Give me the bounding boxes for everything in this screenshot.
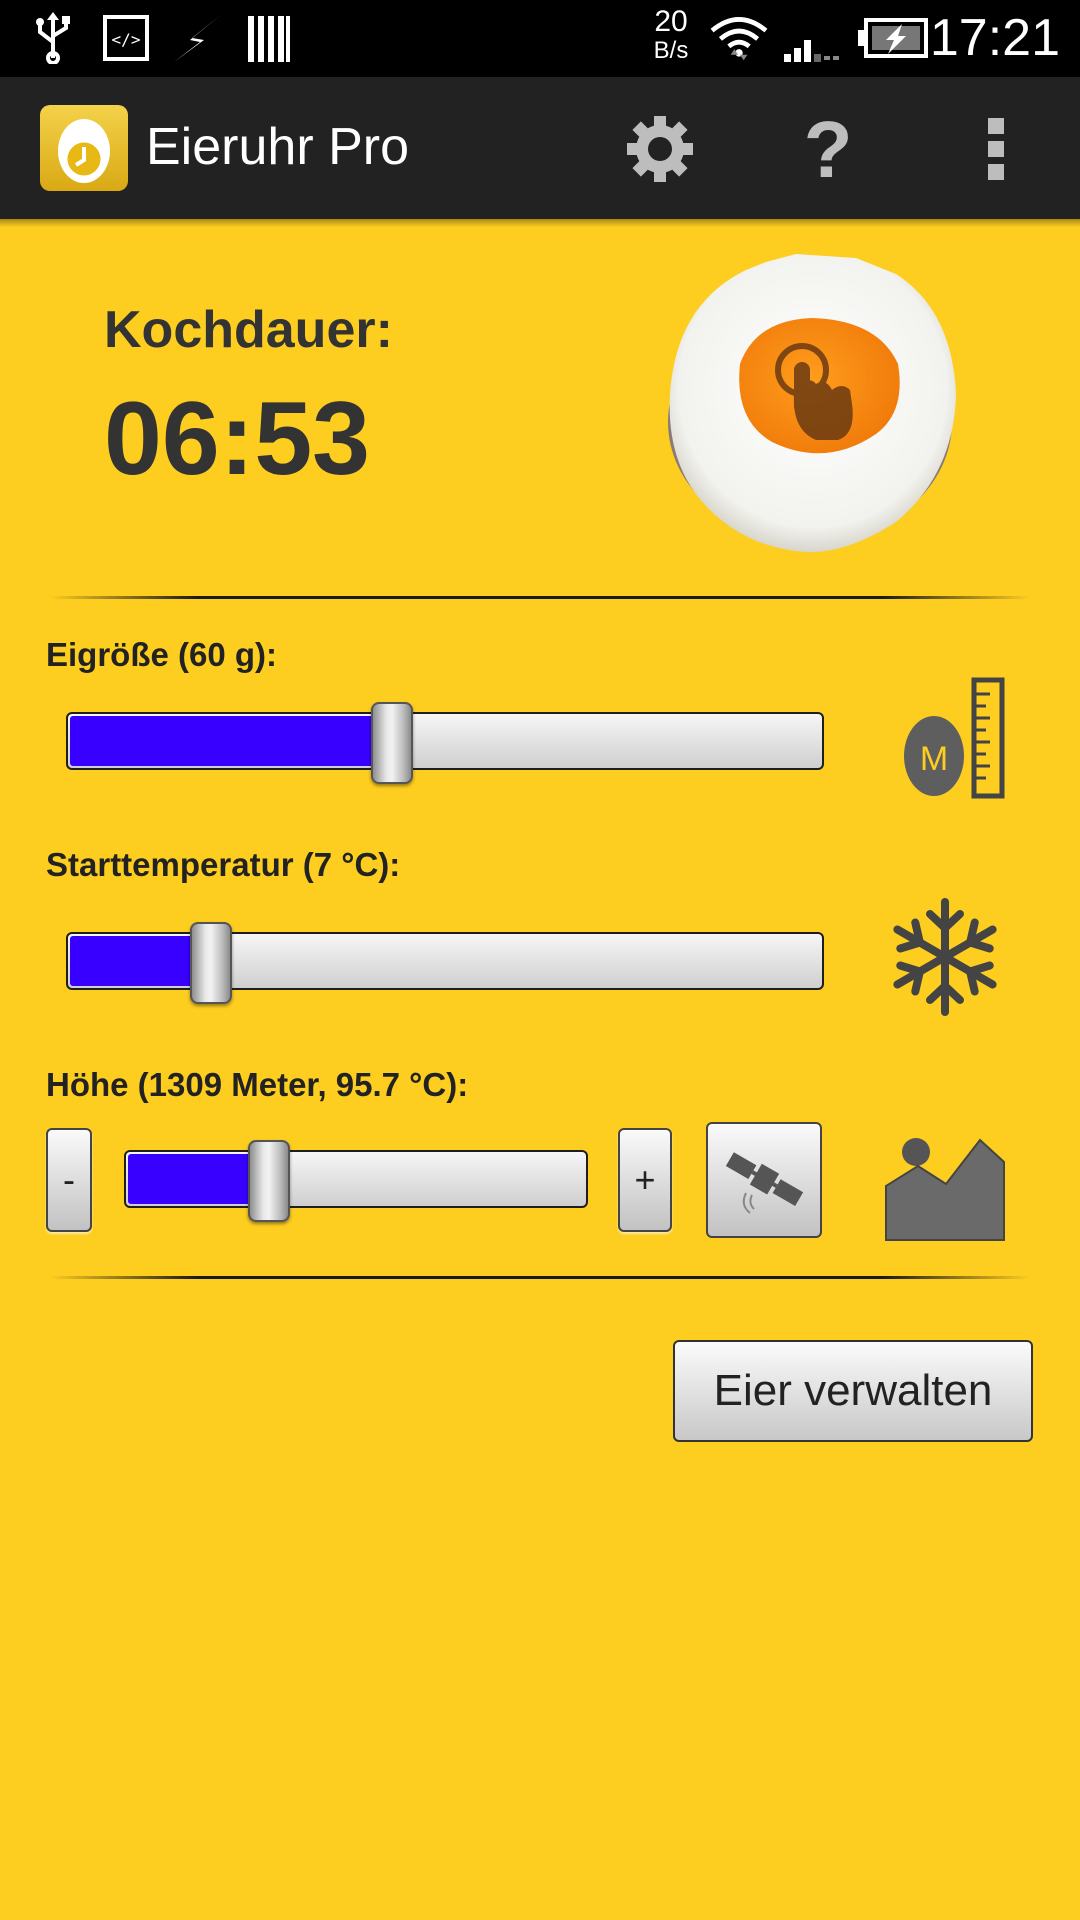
data-rate: 20 B/s [653,5,689,64]
cooking-time-value: 06:53 [104,381,370,497]
section-divider [50,1276,1030,1279]
app-icon[interactable] [40,105,128,191]
overflow-menu-button[interactable] [954,107,1038,191]
usb-icon [36,12,70,64]
egg-size-slider[interactable] [66,702,824,784]
settings-gear-icon [627,116,693,182]
altitude-slider-thumb[interactable] [248,1140,290,1222]
signal-icon [784,40,839,62]
egg-size-slider-thumb[interactable] [371,702,413,784]
settings-button[interactable] [618,107,702,191]
action-bar: Eieruhr Pro ? [0,77,1080,227]
help-icon: ? [804,113,853,185]
altitude-plus-button[interactable]: + [618,1128,672,1232]
altitude-minus-button[interactable]: - [46,1128,92,1232]
start-temperature-slider-thumb[interactable] [190,922,232,1004]
clock-time: 17:21 [929,9,1060,67]
code-icon: </> [103,15,149,61]
egg-start-button[interactable] [656,244,968,560]
snowflake-icon [893,898,997,1016]
battery-icon [858,18,928,58]
manage-eggs-button[interactable]: Eier verwalten [673,1340,1033,1442]
egg-timer-app-icon [58,119,110,183]
help-button[interactable]: ? [786,107,870,191]
wifi-icon [710,17,768,61]
altitude-label: Höhe (1309 Meter, 95.7 °C): [46,1066,469,1103]
svg-text:</>: </> [112,30,141,49]
cooking-time-label: Kochdauer: [104,301,393,359]
egg-size-icon-letter: M [920,740,948,778]
gps-locate-button[interactable] [706,1122,822,1238]
egg-size-slider-fill [70,716,392,766]
overflow-menu-icon [988,118,1004,180]
egg-size-ruler-icon: M [904,677,1005,799]
satellite-icon [725,1152,804,1214]
section-divider [50,596,1030,599]
start-temperature-label: Starttemperatur (7 °C): [46,846,401,883]
boiled-egg-icon [668,254,956,553]
start-temperature-slider[interactable] [66,922,824,1004]
svg-text:?: ? [804,113,853,185]
mountain-altitude-icon [885,1138,1005,1241]
status-bar: </> 20 B/s 17:21 [0,0,1080,77]
egg-size-label: Eigröße (60 g): [46,636,278,673]
barcode-icon [248,16,290,62]
flash-icon [174,14,222,62]
altitude-slider[interactable] [124,1140,588,1222]
app-title: Eieruhr Pro [146,118,409,176]
